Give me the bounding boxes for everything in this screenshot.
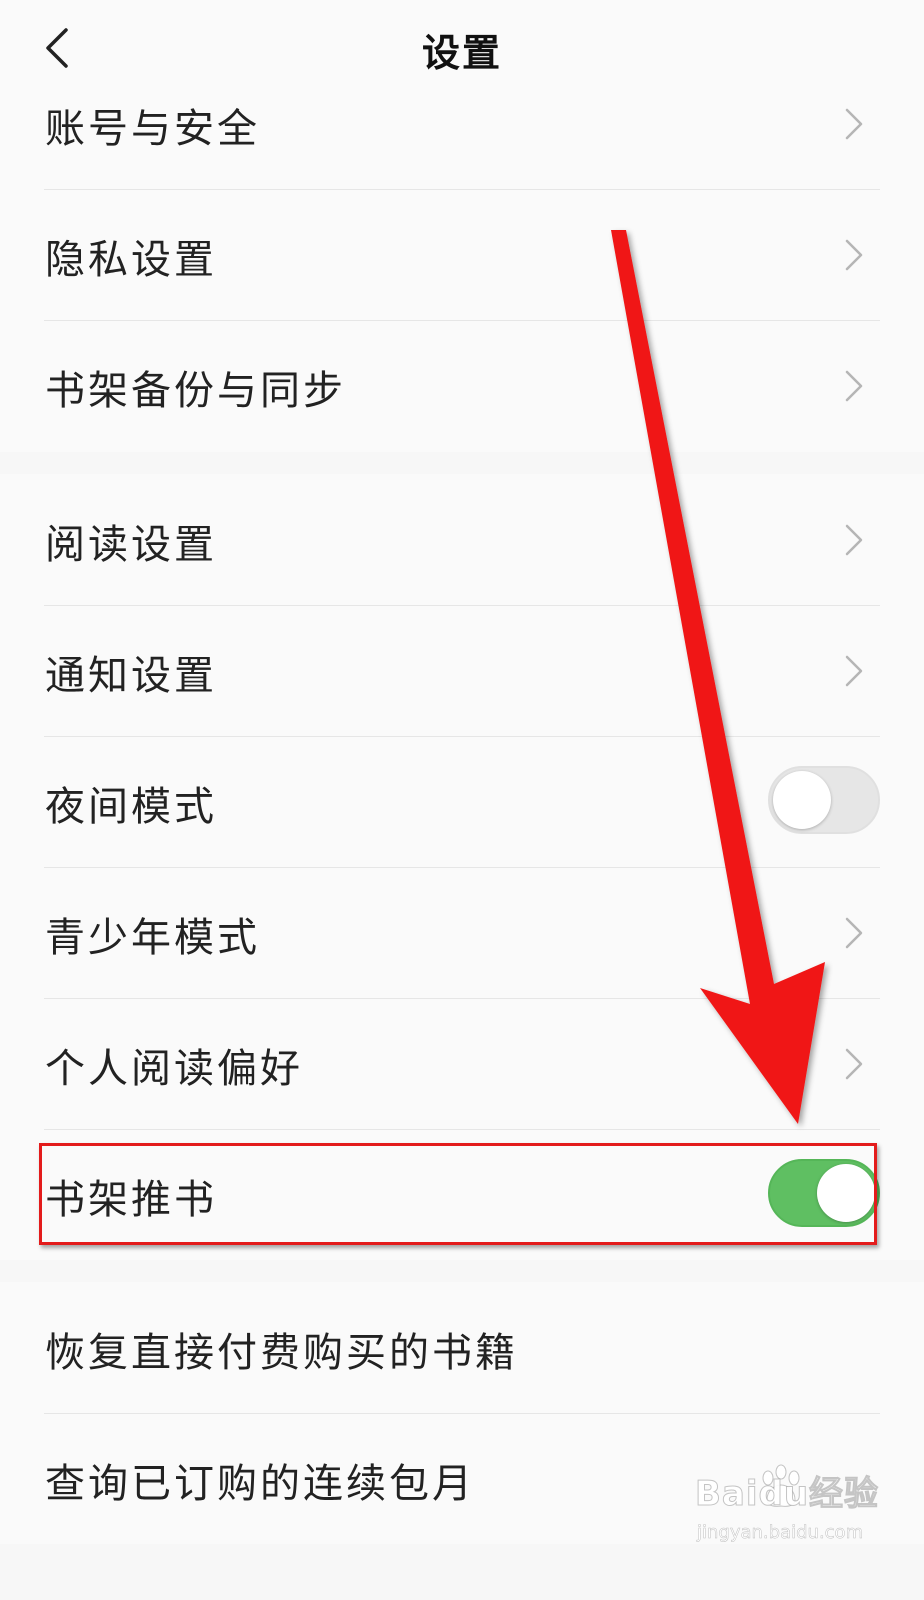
toggle-knob: [817, 1164, 875, 1222]
chevron-right-icon: [845, 370, 863, 402]
settings-screen: 设置 账号与安全 隐私设置 书架备份与同步 阅读设置 通知设置 夜间模式 青少年…: [0, 0, 924, 1600]
chevron-right-icon: [845, 1048, 863, 1080]
night-mode-toggle[interactable]: [768, 766, 880, 834]
settings-row-bookshelf-backup[interactable]: 书架备份与同步: [0, 320, 924, 452]
settings-row-reading-preference[interactable]: 个人阅读偏好: [0, 998, 924, 1130]
settings-row-bookshelf-recommend: 书架推书: [0, 1129, 924, 1261]
chevron-right-icon: [845, 917, 863, 949]
account-section: 账号与安全 隐私设置 书架备份与同步: [0, 100, 924, 452]
row-label: 阅读设置: [45, 522, 217, 568]
chevron-right-icon: [845, 108, 863, 140]
settings-row-notification[interactable]: 通知设置: [0, 605, 924, 737]
row-label: 通知设置: [45, 653, 217, 699]
toggle-knob: [773, 771, 831, 829]
row-label: 查询已订购的连续包月: [45, 1461, 475, 1507]
row-label: 恢复直接付费购买的书籍: [45, 1330, 518, 1376]
settings-row-night-mode: 夜间模式: [0, 736, 924, 868]
row-label: 夜间模式: [45, 784, 217, 830]
row-label: 隐私设置: [45, 237, 217, 283]
chevron-right-icon: [845, 239, 863, 271]
row-label: 书架备份与同步: [45, 368, 346, 414]
row-label: 个人阅读偏好: [45, 1046, 303, 1092]
reading-section: 阅读设置 通知设置 夜间模式 青少年模式 个人阅读偏好 书架推书: [0, 474, 924, 1260]
chevron-right-icon: [845, 655, 863, 687]
settings-row-account-security[interactable]: 账号与安全: [0, 58, 924, 190]
row-label: 书架推书: [45, 1177, 217, 1223]
bookshelf-recommend-toggle[interactable]: [768, 1159, 880, 1227]
row-label: 账号与安全: [45, 106, 260, 152]
chevron-right-icon: [845, 524, 863, 556]
purchase-section: 恢复直接付费购买的书籍 查询已订购的连续包月: [0, 1282, 924, 1544]
settings-row-monthly-subscription[interactable]: 查询已订购的连续包月: [0, 1413, 924, 1545]
settings-row-teen-mode[interactable]: 青少年模式: [0, 867, 924, 999]
settings-row-restore-purchases[interactable]: 恢复直接付费购买的书籍: [0, 1282, 924, 1414]
settings-row-reading[interactable]: 阅读设置: [0, 474, 924, 606]
row-label: 青少年模式: [45, 915, 260, 961]
settings-row-privacy[interactable]: 隐私设置: [0, 189, 924, 321]
